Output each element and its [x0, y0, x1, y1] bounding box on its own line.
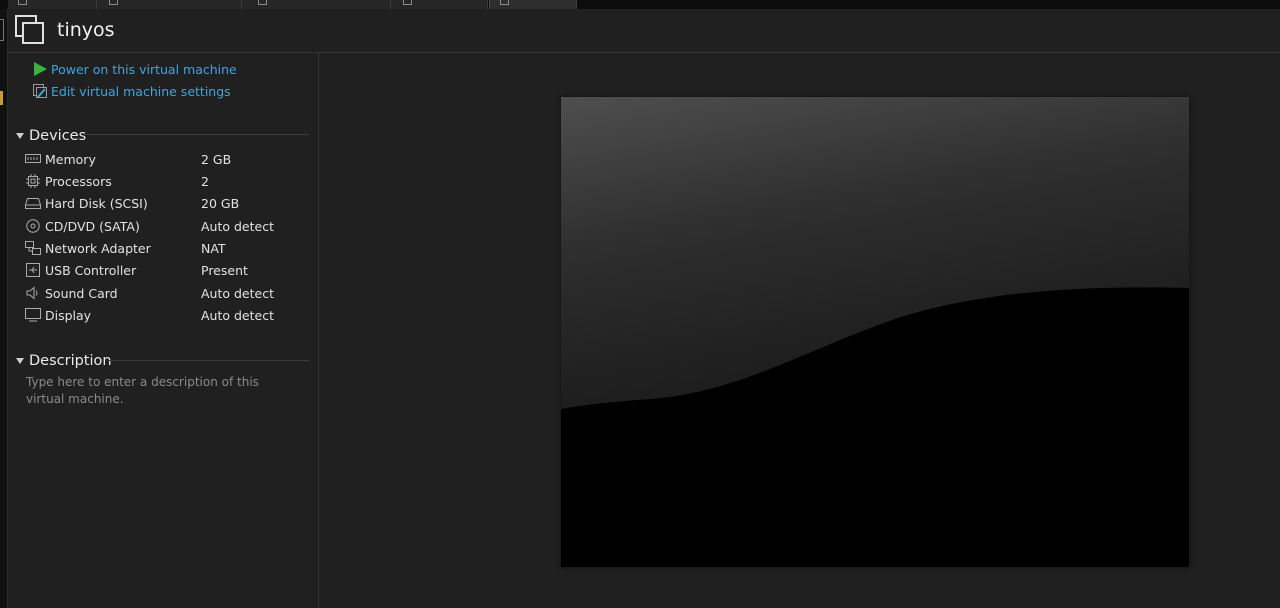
edit-settings-icon: [33, 84, 47, 98]
processor-icon: [26, 174, 40, 188]
device-value: 2: [201, 174, 209, 189]
tab-vm-1[interactable]: [97, 0, 242, 9]
device-name: Display: [45, 308, 92, 323]
tab-strip: [0, 0, 1280, 9]
tab-icon: [109, 0, 118, 5]
devices-section-toggle[interactable]: Devices: [16, 128, 86, 144]
device-row-processors[interactable]: Processors 2: [25, 172, 315, 192]
tab-icon: [258, 0, 267, 5]
description-field[interactable]: Type here to enter a description of this…: [26, 374, 296, 408]
device-value: Auto detect: [201, 286, 274, 301]
device-row-cd-dvd[interactable]: CD/DVD (SATA) Auto detect: [25, 217, 315, 237]
cd-dvd-icon: [26, 219, 40, 233]
library-edge: [0, 9, 8, 608]
description-heading: Description: [29, 353, 112, 369]
library-edge-highlight: [0, 91, 3, 105]
device-name: USB Controller: [45, 263, 137, 278]
description-section-toggle[interactable]: Description: [16, 353, 112, 369]
collapse-triangle-icon: [16, 133, 24, 139]
power-on-button[interactable]: Power on this virtual machine: [32, 60, 237, 78]
device-name: CD/DVD (SATA): [45, 219, 140, 234]
tab-icon: [500, 0, 509, 5]
hard-disk-icon: [25, 198, 41, 209]
tab-home[interactable]: [8, 0, 97, 9]
play-icon: [34, 62, 47, 76]
library-edge-marker: [0, 19, 4, 41]
devices-divider: [84, 134, 309, 135]
device-value: 20 GB: [201, 196, 240, 211]
device-value: Auto detect: [201, 308, 274, 323]
device-value: NAT: [201, 241, 226, 256]
device-name: Memory: [45, 152, 96, 167]
device-value: 2 GB: [201, 152, 232, 167]
vm-title: tinyos: [57, 19, 115, 41]
device-name: Processors: [45, 174, 112, 189]
display-icon: [25, 308, 41, 322]
device-row-sound-card[interactable]: Sound Card Auto detect: [25, 284, 315, 304]
device-row-usb-controller[interactable]: USB Controller Present: [25, 261, 315, 281]
network-adapter-icon: [25, 241, 41, 255]
virtual-machine-icon: [15, 15, 44, 44]
device-name: Network Adapter: [45, 241, 151, 256]
edit-settings-button[interactable]: Edit virtual machine settings: [32, 82, 231, 100]
device-name: Hard Disk (SCSI): [45, 196, 148, 211]
vm-screen-thumbnail[interactable]: [561, 97, 1189, 567]
device-row-memory[interactable]: Memory 2 GB: [25, 150, 315, 170]
edit-settings-label: Edit virtual machine settings: [51, 83, 231, 99]
memory-icon: [25, 154, 41, 163]
device-value: Auto detect: [201, 219, 274, 234]
sound-card-icon: [26, 286, 38, 300]
tab-icon: [18, 0, 27, 5]
vm-preview-area: [319, 53, 1280, 608]
tab-vm-active[interactable]: [489, 0, 577, 9]
vm-details-panel: Power on this virtual machine Edit virtu…: [8, 53, 319, 608]
device-value: Present: [201, 263, 248, 278]
devices-heading: Devices: [29, 128, 87, 144]
description-divider: [108, 360, 309, 361]
usb-controller-icon: [26, 263, 40, 277]
tab-vm-2[interactable]: [242, 0, 391, 9]
device-row-network-adapter[interactable]: Network Adapter NAT: [25, 239, 315, 259]
device-row-display[interactable]: Display Auto detect: [25, 306, 315, 326]
power-on-label: Power on this virtual machine: [51, 61, 237, 77]
tab-icon: [403, 0, 412, 5]
collapse-triangle-icon: [16, 358, 24, 364]
vm-header: tinyos: [8, 9, 1280, 53]
tab-vm-3[interactable]: [391, 0, 488, 9]
device-name: Sound Card: [45, 286, 118, 301]
device-row-hard-disk[interactable]: Hard Disk (SCSI) 20 GB: [25, 194, 315, 214]
